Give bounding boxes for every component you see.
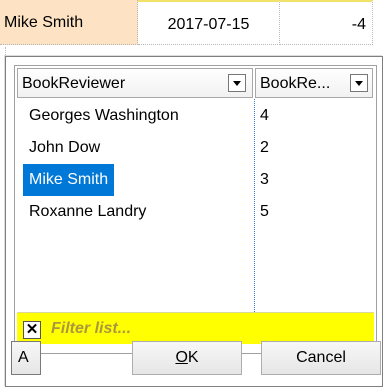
a-button[interactable]: A xyxy=(11,341,41,375)
ok-label-rest: K xyxy=(187,349,199,366)
column-header-label: BookReviewer xyxy=(22,75,126,92)
chevron-down-icon[interactable] xyxy=(228,74,246,92)
dropdown-popup: BookReviewer BookRe... Georges Washingto… xyxy=(5,56,383,387)
chevron-down-icon[interactable] xyxy=(350,74,368,92)
column-header-label: BookRe... xyxy=(260,75,331,92)
ok-button[interactable]: OK xyxy=(132,341,242,375)
reviewer-name: Roxanne Landry xyxy=(29,203,147,220)
filter-input[interactable]: Filter list... xyxy=(51,317,131,341)
value-cell[interactable]: -4 xyxy=(280,0,373,45)
list-item-selected[interactable]: Mike Smith 3 xyxy=(17,164,373,196)
reviewer-value: 3 xyxy=(260,171,269,188)
reviewer-name: Mike Smith xyxy=(23,164,115,196)
close-icon[interactable]: ✕ xyxy=(23,321,41,339)
list-item[interactable]: Roxanne Landry 5 xyxy=(17,196,373,228)
column-header-bookreviewer[interactable]: BookReviewer xyxy=(17,68,253,98)
column-header-bookrating[interactable]: BookRe... xyxy=(255,68,373,98)
list-item[interactable]: John Dow 2 xyxy=(17,132,373,164)
reviewer-value: 5 xyxy=(260,203,269,220)
spreadsheet-row: Mike Smith 2017-07-15 -4 xyxy=(0,0,383,47)
filter-bar: ✕ Filter list... xyxy=(17,312,374,344)
reviewer-value: 2 xyxy=(260,139,269,156)
reviewer-cell[interactable]: Mike Smith xyxy=(0,0,138,45)
reviewer-value: 4 xyxy=(260,107,269,124)
ok-mnemonic: O xyxy=(175,349,188,366)
reviewer-name: John Dow xyxy=(29,139,101,156)
list-item[interactable]: Georges Washington 4 xyxy=(17,100,373,132)
reviewer-name: Georges Washington xyxy=(29,107,179,124)
lookup-grid: BookReviewer BookRe... Georges Washingto… xyxy=(14,65,377,354)
date-cell[interactable]: 2017-07-15 xyxy=(138,0,280,45)
cancel-button[interactable]: Cancel xyxy=(261,341,381,375)
